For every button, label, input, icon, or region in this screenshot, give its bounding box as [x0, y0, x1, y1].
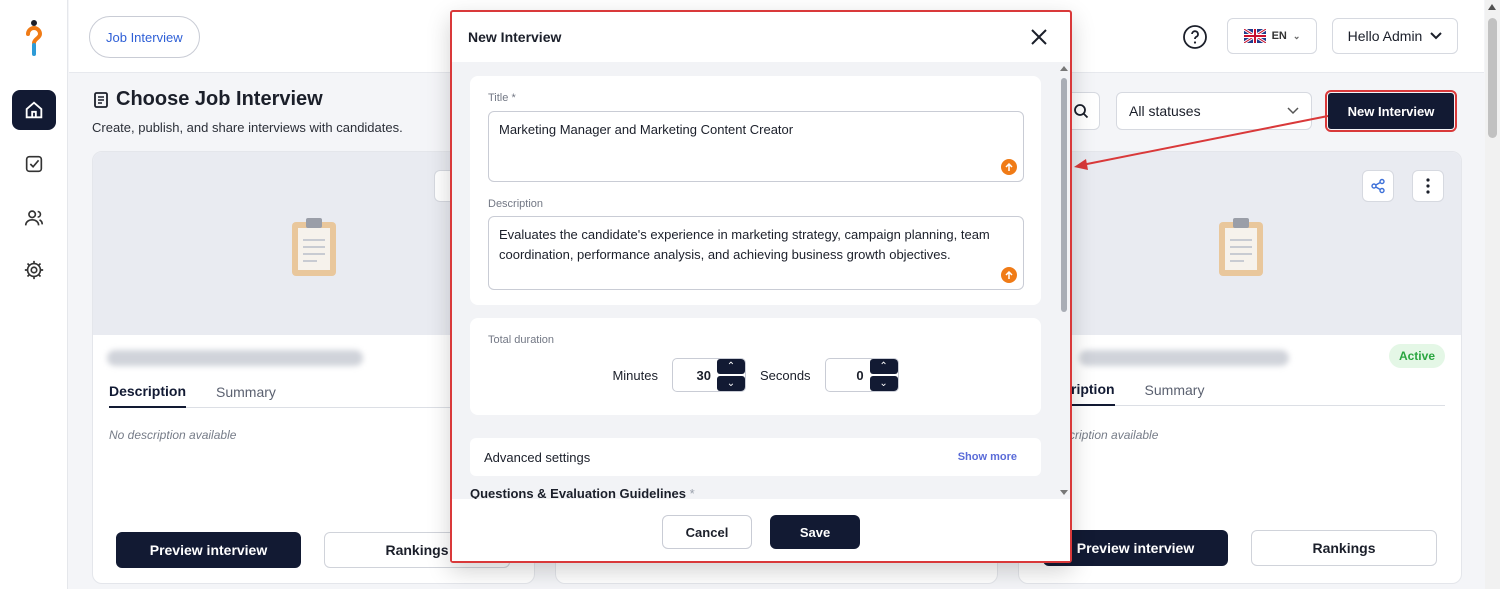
side-rail: [0, 0, 68, 589]
page-scrollbar[interactable]: [1485, 0, 1500, 589]
interview-title-blurred: [107, 350, 363, 366]
chevron-up-icon[interactable]: ⌃: [869, 359, 898, 374]
gear-icon: [24, 260, 44, 280]
help-icon[interactable]: [1182, 24, 1208, 50]
no-description-text: cription available: [1069, 428, 1159, 442]
description-field-label: Description: [488, 198, 544, 210]
chevron-up-icon[interactable]: ⌃: [716, 359, 745, 374]
minutes-label: Minutes: [612, 367, 658, 383]
status-badge: Active: [1388, 344, 1445, 368]
seconds-label: Seconds: [759, 367, 811, 383]
status-filter-select[interactable]: All statuses: [1116, 92, 1312, 130]
duration-row: Minutes 30 ⌃ ⌄ Seconds 0 ⌃ ⌄: [470, 358, 1041, 392]
app-logo-icon[interactable]: [22, 18, 46, 58]
close-icon[interactable]: [1028, 26, 1050, 48]
title-input[interactable]: Marketing Manager and Marketing Content …: [488, 111, 1024, 182]
tab-summary[interactable]: Summary: [216, 376, 276, 408]
description-input[interactable]: Evaluates the candidate's experience in …: [488, 216, 1024, 290]
chevron-down-icon[interactable]: ⌄: [869, 376, 898, 391]
chevron-down-icon: [1430, 32, 1443, 40]
new-interview-modal: New Interview Title * Marketing Manager …: [450, 10, 1072, 563]
advanced-settings-row[interactable]: Advanced settings Show more: [470, 438, 1041, 476]
more-options-button[interactable]: [1412, 170, 1444, 202]
share-button[interactable]: [1362, 170, 1394, 202]
uk-flag-icon: [1243, 29, 1266, 43]
interview-card: Active ription Summary cription availabl…: [1018, 151, 1462, 584]
home-icon: [25, 101, 43, 119]
new-interview-button[interactable]: New Interview: [1325, 90, 1457, 132]
card-tabs: ription Summary: [1035, 374, 1445, 406]
interview-title-blurred: [1079, 350, 1289, 366]
tab-summary[interactable]: Summary: [1145, 374, 1205, 406]
page-subtitle: Create, publish, and share interviews wi…: [92, 120, 403, 135]
users-nav-item[interactable]: [12, 198, 56, 238]
home-nav-item[interactable]: [12, 90, 56, 130]
tab-description[interactable]: Description: [109, 376, 187, 408]
breadcrumb-job-interview[interactable]: Job Interview: [89, 16, 200, 58]
page-title: Choose Job Interview: [92, 88, 323, 111]
chevron-down-icon: ⌄: [1292, 30, 1301, 41]
minutes-value[interactable]: 30: [673, 359, 717, 391]
clipboard-icon: [292, 218, 336, 276]
search-icon: [1074, 104, 1089, 119]
questions-heading: Questions & Evaluation Guidelines *: [470, 486, 695, 499]
status-filter-value: All statuses: [1129, 103, 1201, 119]
modal-body: Title * Marketing Manager and Marketing …: [452, 62, 1070, 499]
settings-nav-item[interactable]: [12, 250, 56, 290]
upload-icon[interactable]: [1001, 267, 1017, 283]
share-icon: [1371, 178, 1385, 194]
clipboard-icon: [1219, 218, 1263, 276]
preview-interview-button[interactable]: Preview interview: [116, 532, 301, 568]
page-title-text: Choose Job Interview: [116, 88, 323, 110]
modal-footer: Cancel Save: [452, 499, 1070, 561]
checkbox-icon: [25, 155, 43, 173]
duration-panel: Total duration Minutes 30 ⌃ ⌄ Seconds 0 …: [470, 318, 1041, 415]
upload-icon[interactable]: [1001, 159, 1017, 175]
duration-label: Total duration: [488, 334, 555, 346]
modal-title: New Interview: [468, 29, 562, 45]
cancel-button[interactable]: Cancel: [662, 515, 752, 549]
minutes-stepper[interactable]: 30 ⌃ ⌄: [671, 358, 746, 392]
chevron-down-icon: [1287, 107, 1299, 115]
language-selector[interactable]: EN ⌄: [1227, 18, 1317, 54]
tasks-nav-item[interactable]: [12, 144, 56, 184]
title-input-value: Marketing Manager and Marketing Content …: [499, 122, 794, 137]
seconds-value[interactable]: 0: [826, 359, 870, 391]
title-field-label: Title *: [488, 92, 516, 104]
user-greeting: Hello Admin: [1347, 28, 1423, 44]
no-description-text: No description available: [109, 428, 237, 442]
details-panel: Title * Marketing Manager and Marketing …: [470, 76, 1041, 305]
users-icon: [24, 210, 44, 226]
description-input-value: Evaluates the candidate's experience in …: [499, 227, 990, 262]
save-button[interactable]: Save: [770, 515, 860, 549]
user-menu[interactable]: Hello Admin: [1332, 18, 1458, 54]
show-more-link[interactable]: Show more: [958, 451, 1017, 463]
modal-scrollbar[interactable]: [1058, 62, 1070, 499]
language-label: EN: [1271, 30, 1287, 42]
more-vertical-icon: [1426, 178, 1430, 194]
seconds-stepper[interactable]: 0 ⌃ ⌄: [824, 358, 899, 392]
advanced-settings-label: Advanced settings: [484, 449, 591, 465]
chevron-down-icon[interactable]: ⌄: [716, 376, 745, 391]
document-icon: [94, 91, 108, 108]
rankings-button[interactable]: Rankings: [1251, 530, 1437, 566]
